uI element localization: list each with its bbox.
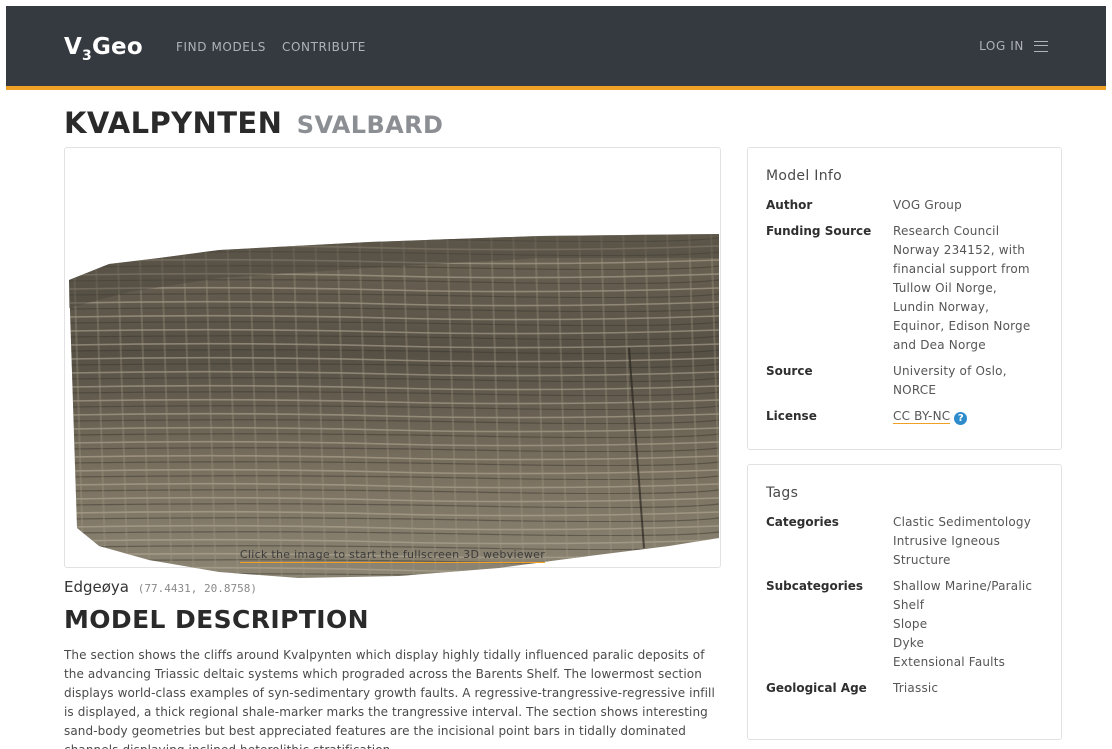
age-row: Geological Age Triassic (766, 679, 1043, 698)
page-title: KVALPYNTEN SVALBARD (64, 106, 443, 140)
nav-contribute[interactable]: CONTRIBUTE (282, 40, 366, 54)
description-heading: MODEL DESCRIPTION (64, 605, 369, 634)
age-label: Geological Age (766, 681, 867, 695)
age-value: Triassic (893, 681, 939, 695)
funding-row: Funding Source Research Council Norway 2… (766, 222, 1043, 355)
nav-find-models[interactable]: FIND MODELS (176, 40, 266, 54)
model-info-title: Model Info (766, 168, 842, 184)
categories-value: Clastic Sedimentology Intrusive Igneous … (893, 515, 1032, 567)
top-navbar: V3Geo FIND MODELS CONTRIBUTE LOG IN (6, 6, 1106, 90)
license-row: License CC BY-NC? (766, 407, 1043, 426)
source-label: Source (766, 364, 813, 378)
location-coordinates: (77.4431, 20.8758) (137, 582, 257, 595)
funding-value: Research Council Norway 234152, with fin… (893, 224, 1031, 352)
model-viewer-card[interactable]: Click the image to start the fullscreen … (64, 147, 721, 578)
location-name: Edgeøya (64, 578, 129, 596)
model-title: KVALPYNTEN (64, 106, 283, 140)
login-label: LOG IN (979, 39, 1024, 53)
author-row: Author VOG Group (766, 196, 1043, 215)
license-link[interactable]: CC BY-NC (893, 409, 951, 424)
tags-title: Tags (766, 485, 799, 501)
source-value: University of Oslo, NORCE (893, 364, 1007, 397)
login-menu-button[interactable]: LOG IN (971, 32, 1056, 60)
model-subtitle: SVALBARD (296, 111, 444, 139)
viewer-caption[interactable]: Click the image to start the fullscreen … (65, 548, 720, 563)
hamburger-icon (1034, 40, 1048, 52)
categories-label: Categories (766, 515, 839, 529)
brand-logo[interactable]: V3Geo (64, 34, 143, 64)
subcategories-label: Subcategories (766, 579, 864, 593)
author-label: Author (766, 198, 813, 212)
license-label: License (766, 409, 817, 423)
author-value: VOG Group (893, 198, 962, 212)
subcategories-row: Subcategories Shallow Marine/Paralic She… (766, 577, 1043, 672)
tags-card: Tags Categories Clastic Sedimentology In… (747, 464, 1062, 740)
location: Edgeøya (77.4431, 20.8758) (64, 578, 257, 596)
funding-label: Funding Source (766, 224, 872, 238)
source-row: Source University of Oslo, NORCE (766, 362, 1043, 400)
categories-row: Categories Clastic Sedimentology Intrusi… (766, 513, 1043, 570)
description-text: The section shows the cliffs around Kval… (64, 648, 715, 749)
question-circle-icon[interactable]: ? (954, 412, 968, 425)
subcategories-value: Shallow Marine/Paralic Shelf Slope Dyke … (893, 579, 1033, 669)
model-info-card: Model Info Author VOG Group Funding Sour… (747, 147, 1062, 450)
